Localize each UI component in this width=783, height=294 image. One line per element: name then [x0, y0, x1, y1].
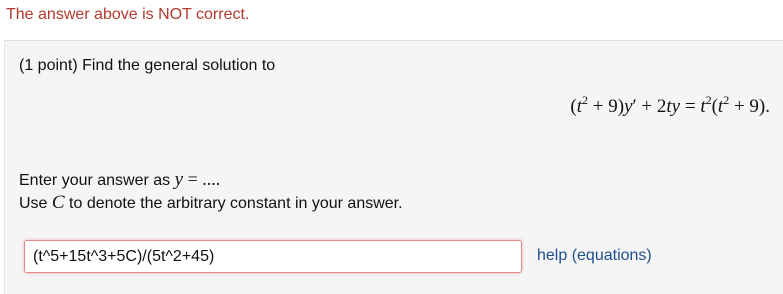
- problem-prompt: (1 point) Find the general solution to: [19, 57, 276, 74]
- answer-input[interactable]: [24, 240, 522, 273]
- help-equations-link[interactable]: help (equations): [537, 247, 652, 265]
- differential-equation: (t2 + 9)y′ + 2ty = t2(t2 + 9).: [570, 93, 770, 117]
- problem-panel: (1 point) Find the general solution to (…: [4, 40, 783, 294]
- constant-instruction: Use C to denote the arbitrary constant i…: [19, 192, 403, 213]
- answer-format-instruction: Enter your answer as y = ....: [19, 169, 221, 190]
- answer-status-message: The answer above is NOT correct.: [6, 6, 250, 23]
